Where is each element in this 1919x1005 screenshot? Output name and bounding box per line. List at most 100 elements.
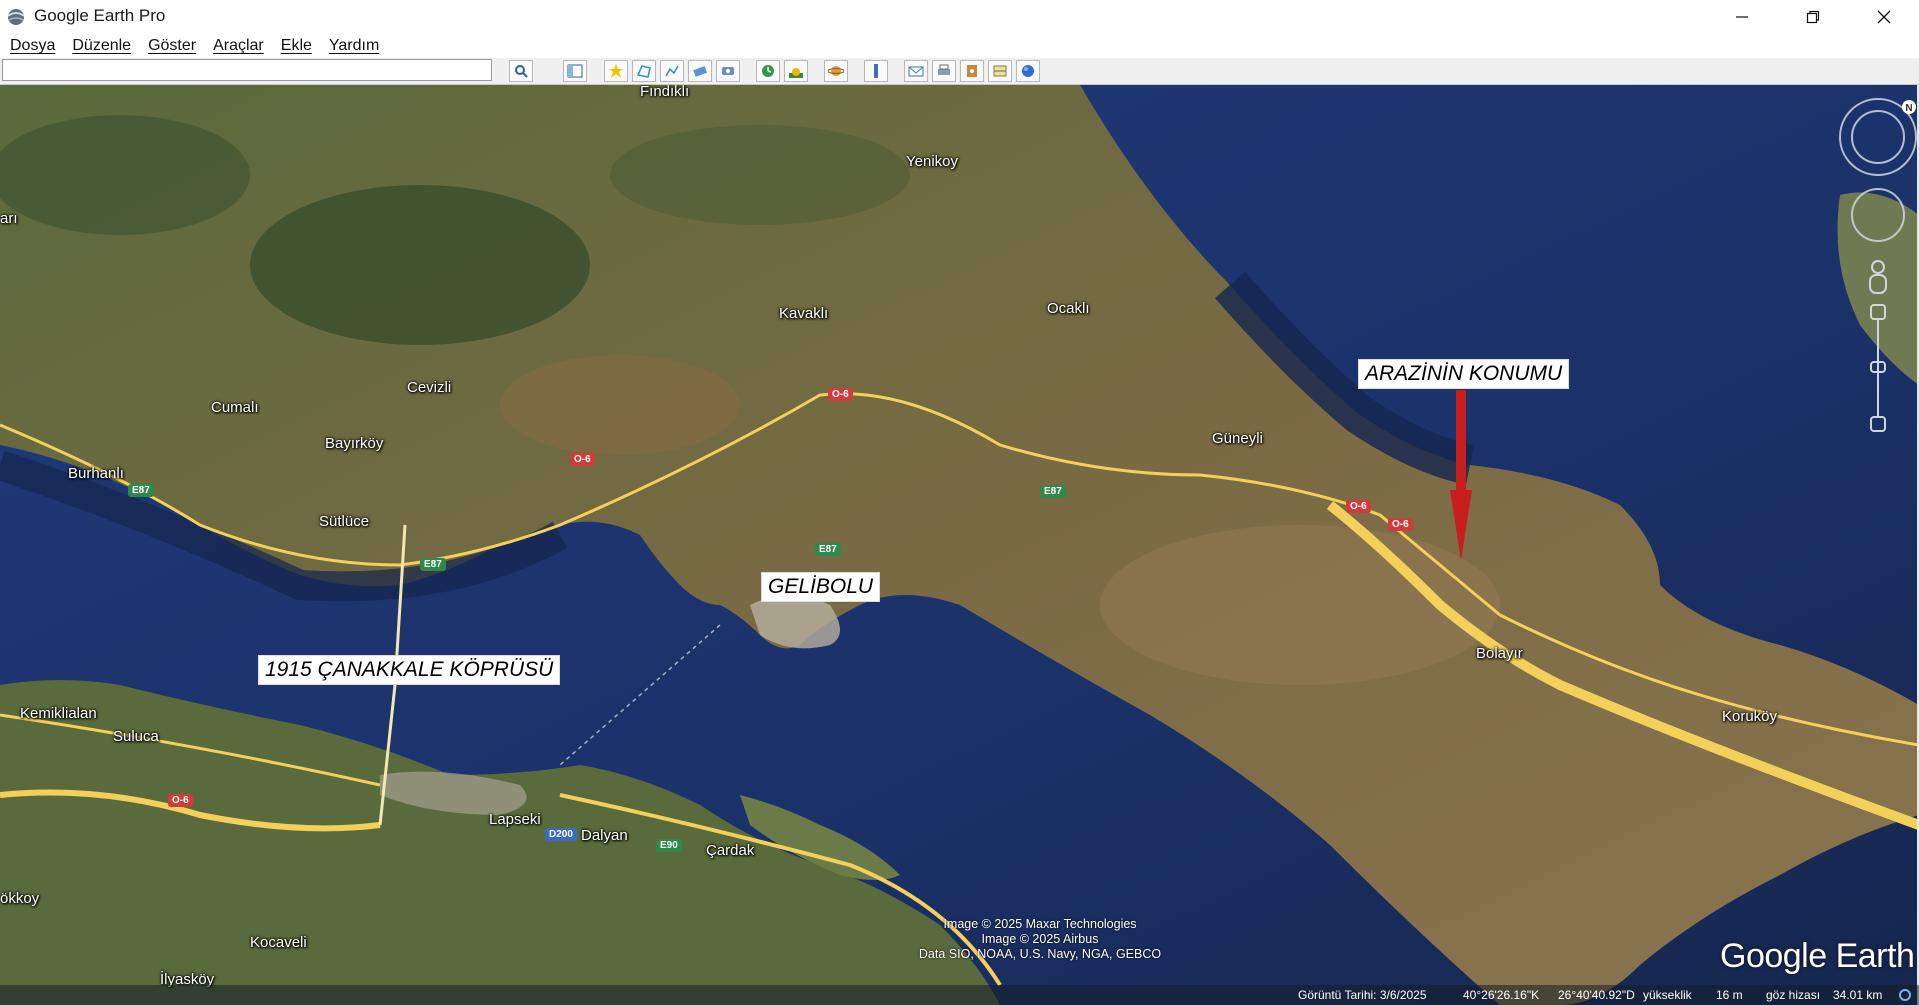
save-image-icon bbox=[967, 65, 977, 77]
bridge-callout: 1915 ÇANAKKALE KÖPRÜSÜ bbox=[259, 656, 560, 684]
print-icon bbox=[938, 64, 950, 75]
minimize-button[interactable] bbox=[1708, 0, 1776, 34]
window-title: Google Earth Pro bbox=[34, 6, 166, 25]
menu-ekle[interactable]: Ekle bbox=[271, 37, 319, 55]
menu-bar: Dosya Düzenle Göster Araçlar Ekle Yardım bbox=[0, 34, 1919, 58]
place-label: arı bbox=[0, 210, 18, 227]
title-bar: Google Earth Pro bbox=[0, 0, 1919, 34]
historical-imagery-button[interactable] bbox=[756, 60, 780, 82]
menu-araclar[interactable]: Araçlar bbox=[203, 37, 271, 55]
sun-icon bbox=[789, 68, 803, 78]
credit-line: Data SIO, NOAA, U.S. Navy, NGA, GEBCO bbox=[918, 947, 1162, 961]
road-shield: E87 bbox=[815, 543, 841, 556]
eye-altitude-label: göz hizası bbox=[1766, 988, 1821, 1002]
record-tour-button[interactable] bbox=[716, 60, 740, 82]
road-shield: O-6 bbox=[1388, 518, 1413, 531]
longitude: 26°40'40.92"D bbox=[1558, 988, 1635, 1002]
ruler-icon bbox=[874, 64, 878, 78]
tour-icon bbox=[722, 67, 734, 75]
search-button[interactable] bbox=[509, 60, 533, 82]
credit-line: Image © 2025 Maxar Technologies bbox=[943, 917, 1137, 931]
latitude: 40°26'26.16"K bbox=[1463, 988, 1540, 1002]
close-button[interactable] bbox=[1850, 0, 1918, 34]
place-label: Lapseki bbox=[489, 811, 541, 828]
town-callout: GELİBOLU bbox=[762, 573, 880, 601]
restore-icon bbox=[1806, 10, 1820, 24]
zoom-slider[interactable] bbox=[1870, 304, 1886, 432]
elevation-label: yükseklik bbox=[1643, 988, 1692, 1002]
svg-text:N: N bbox=[1905, 103, 1912, 114]
planet-icon bbox=[828, 66, 844, 76]
place-label: Kemiklialan bbox=[20, 705, 97, 722]
move-joystick[interactable] bbox=[1851, 188, 1905, 242]
save-image-button[interactable] bbox=[960, 60, 984, 82]
print-button[interactable] bbox=[932, 60, 956, 82]
search-icon bbox=[515, 65, 528, 78]
sidebar-icon bbox=[567, 64, 583, 78]
add-overlay-button[interactable] bbox=[688, 60, 712, 82]
street-view-pegman-icon[interactable] bbox=[1869, 260, 1887, 294]
credit-line: Image © 2025 Airbus bbox=[981, 932, 1099, 946]
imagery-date: Görüntü Tarihi: 3/6/2025 bbox=[1298, 988, 1427, 1002]
map-icon bbox=[993, 65, 1007, 77]
menu-dosya[interactable]: Dosya bbox=[0, 37, 62, 55]
satellite-imagery bbox=[0, 85, 1919, 1005]
place-label: Suluca bbox=[113, 728, 159, 745]
close-icon bbox=[1877, 10, 1891, 24]
land-location-callout: ARAZİNİN KONUMU bbox=[1359, 360, 1569, 388]
place-label: Dalyan bbox=[581, 827, 628, 844]
place-label: ökkoy bbox=[0, 890, 40, 907]
north-reset-icon[interactable]: N bbox=[1902, 100, 1916, 114]
place-label: Burhanlı bbox=[68, 465, 124, 482]
sidebar-toggle-button[interactable] bbox=[563, 60, 587, 82]
place-label: Güneyli bbox=[1212, 430, 1263, 447]
place-label: Yenikoy bbox=[906, 153, 958, 170]
eye-altitude-value: 34.01 km bbox=[1833, 988, 1883, 1002]
add-polygon-button[interactable] bbox=[632, 60, 656, 82]
ruler-button[interactable] bbox=[864, 60, 888, 82]
placemark-icon bbox=[609, 64, 623, 78]
email-icon bbox=[908, 66, 924, 77]
toolbar bbox=[0, 58, 1919, 85]
path-icon bbox=[665, 65, 679, 77]
overlay-icon bbox=[693, 66, 708, 77]
clock-globe-icon bbox=[762, 65, 774, 77]
place-label: Cevizli bbox=[407, 379, 452, 396]
add-path-button[interactable] bbox=[660, 60, 684, 82]
globe-icon bbox=[1022, 65, 1034, 77]
minimize-icon bbox=[1736, 16, 1748, 18]
restore-button[interactable] bbox=[1779, 0, 1847, 34]
google-earth-logo: Google Earth bbox=[1720, 937, 1915, 975]
sunlight-button[interactable] bbox=[784, 60, 808, 82]
road-shield: E87 bbox=[1040, 485, 1066, 498]
pointer-arrow-shaft bbox=[1456, 390, 1466, 490]
add-placemark-button[interactable] bbox=[604, 60, 628, 82]
road-shield: O-6 bbox=[828, 388, 853, 401]
road-shield: E87 bbox=[128, 484, 154, 497]
place-label: Çardak bbox=[706, 842, 755, 859]
planets-button[interactable] bbox=[824, 60, 848, 82]
menu-duzenle[interactable]: Düzenle bbox=[62, 37, 138, 55]
place-label: Koruköy bbox=[1722, 708, 1778, 725]
search-input[interactable] bbox=[2, 59, 492, 81]
streaming-indicator-icon bbox=[1899, 989, 1911, 1001]
place-label: Sütlüce bbox=[319, 513, 370, 530]
road-shield: D200 bbox=[545, 828, 577, 841]
status-bar: Görüntü Tarihi: 3/6/2025 40°26'26.16"K 2… bbox=[0, 985, 1919, 1005]
navigation-controls[interactable]: N bbox=[1838, 97, 1918, 457]
polygon-icon bbox=[636, 65, 651, 78]
map-view[interactable]: Fındıklı Yenikoy Kavaklı Ocaklı arı Cevi… bbox=[0, 85, 1919, 1005]
elevation-value: 16 m bbox=[1716, 988, 1743, 1002]
road-shield: O-6 bbox=[570, 453, 595, 466]
place-label: Bayırköy bbox=[325, 435, 384, 452]
road-shield: E87 bbox=[420, 558, 446, 571]
place-label: Ocaklı bbox=[1047, 300, 1090, 317]
menu-yardim[interactable]: Yardım bbox=[319, 37, 386, 55]
place-label: Kavaklı bbox=[779, 305, 829, 322]
place-label: Kocaveli bbox=[250, 934, 307, 951]
email-button[interactable] bbox=[904, 60, 928, 82]
place-label: Bolayır bbox=[1476, 645, 1523, 662]
view-in-maps-button[interactable] bbox=[988, 60, 1012, 82]
earth-view-button[interactable] bbox=[1016, 60, 1040, 82]
menu-goster[interactable]: Göster bbox=[138, 37, 203, 55]
